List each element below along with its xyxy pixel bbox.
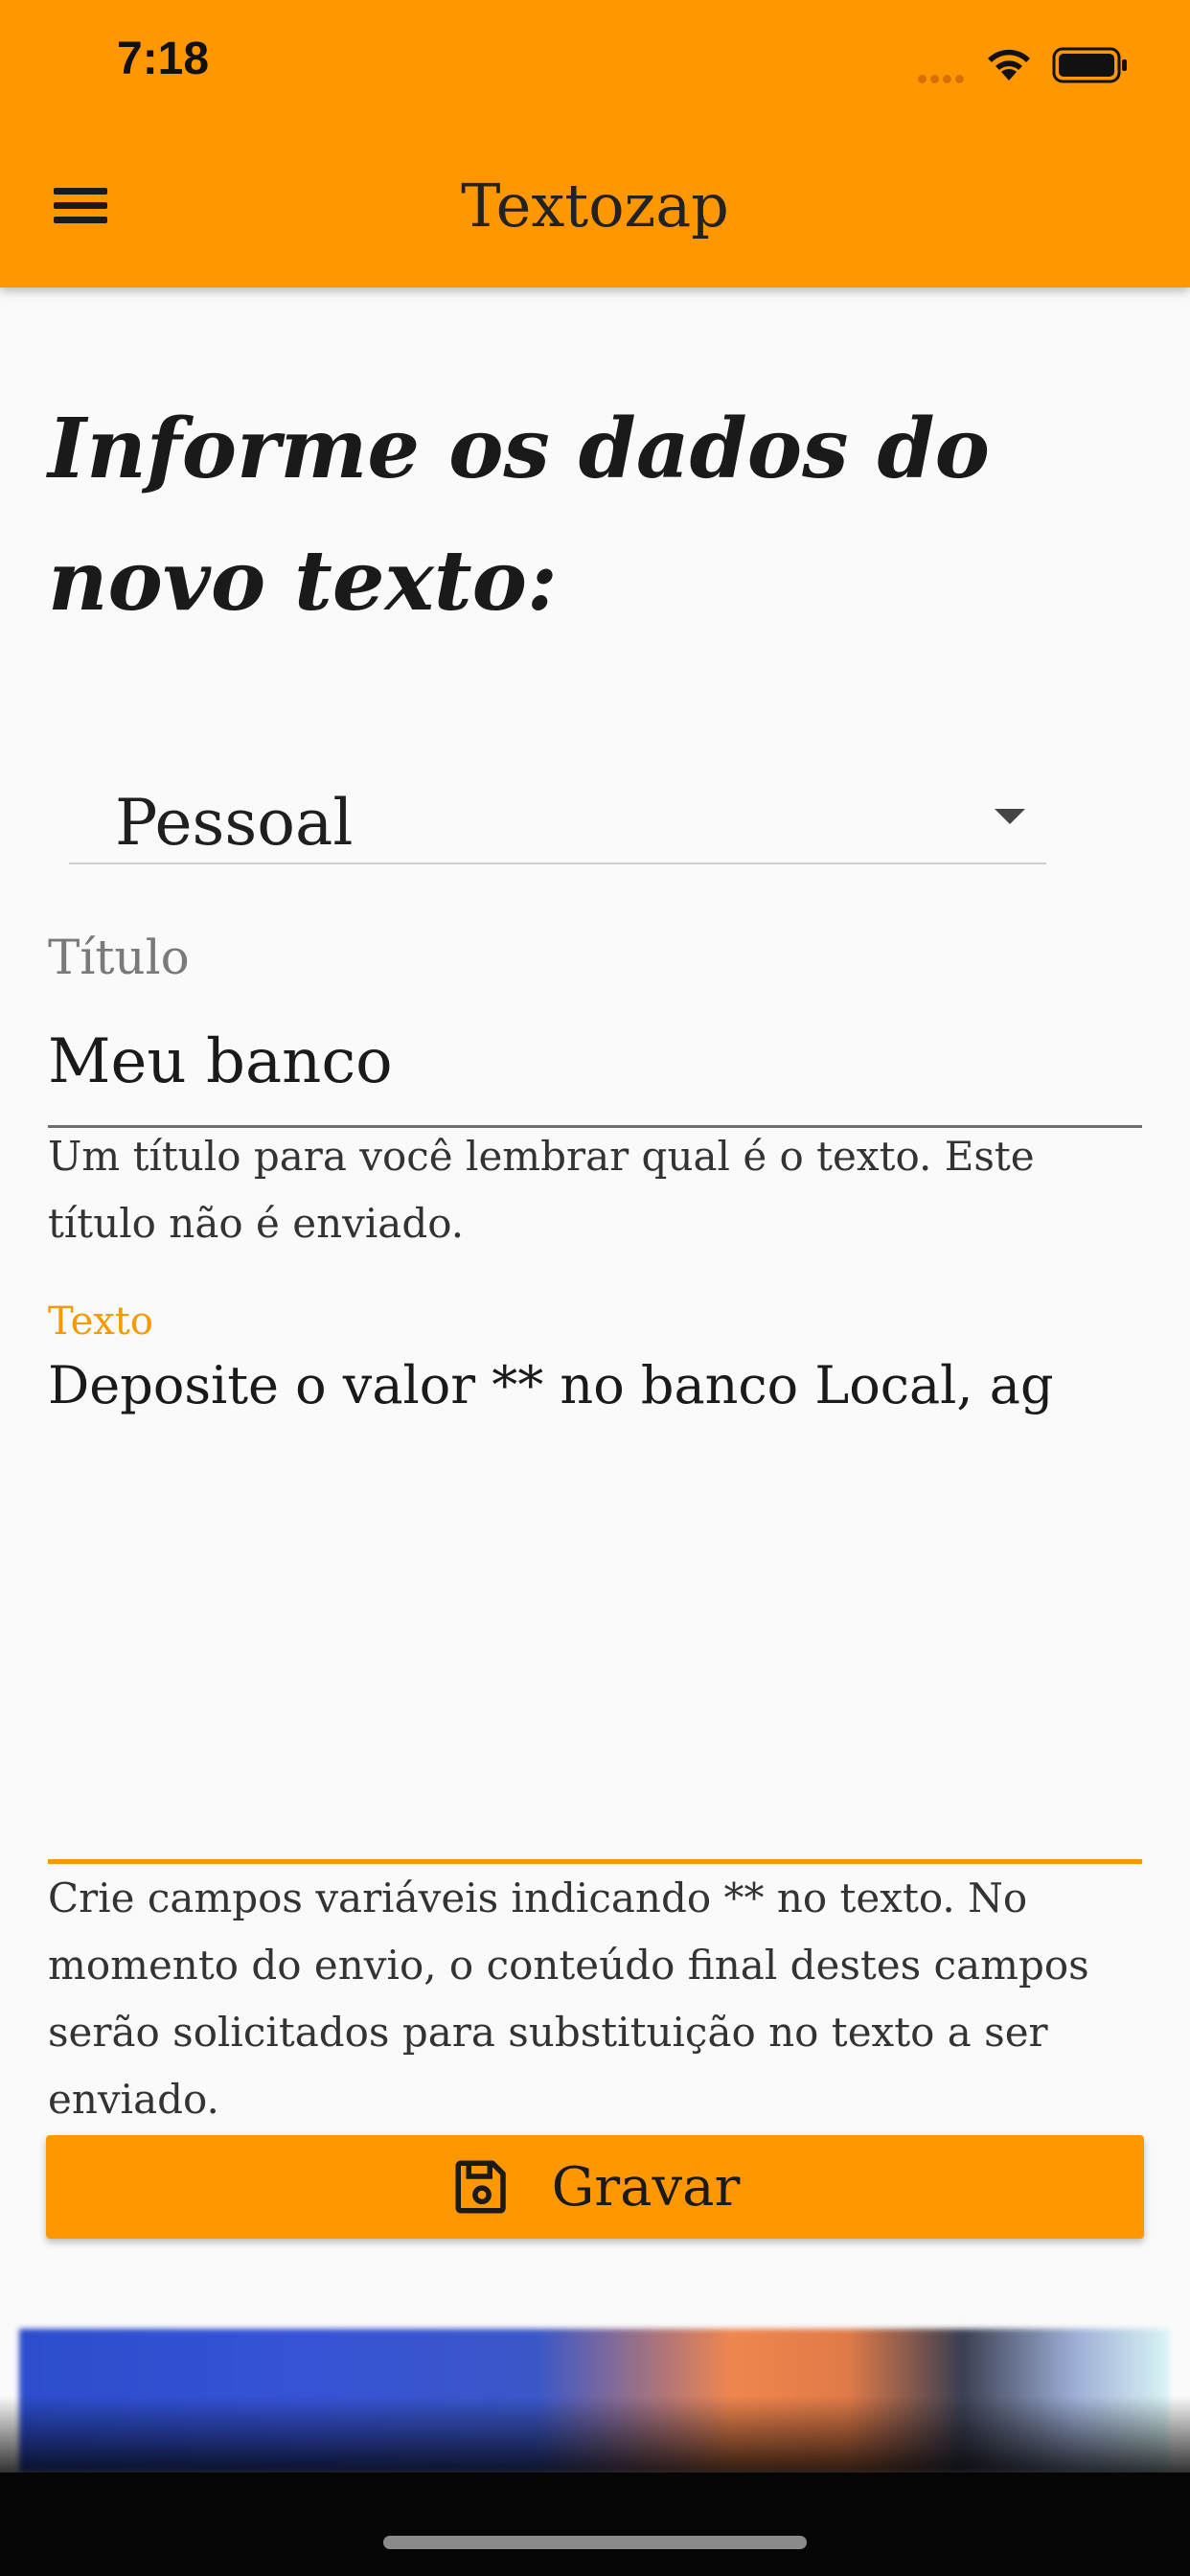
cellular-signal-icon [918, 69, 968, 87]
dropdown-arrow-icon [995, 809, 1025, 824]
title-input[interactable] [48, 1002, 1142, 1128]
title-field-label: Título [48, 930, 190, 985]
wifi-icon [988, 49, 1030, 80]
page-heading: Informe os dados do novo texto: [48, 401, 990, 630]
text-helper-text: Crie campos variáveis indicando ** no te… [48, 1874, 1089, 2123]
app-title: Textozap [461, 171, 729, 241]
bottom-bar [0, 2472, 1190, 2576]
app-header: 7:18 Textozap [0, 0, 1190, 288]
home-indicator[interactable] [383, 2536, 807, 2549]
category-selected-value: Pessoal [115, 786, 354, 860]
save-button[interactable]: Gravar [46, 2135, 1144, 2239]
text-field-label: Texto [48, 1300, 153, 1344]
battery-icon [1052, 47, 1127, 83]
status-bar-time: 7:18 [117, 34, 210, 84]
save-button-label: Gravar [551, 2155, 741, 2219]
text-textarea[interactable]: Deposite o valor ** no banco Local, ag [48, 1351, 1142, 1864]
title-helper-text: Um título para você lembrar qual é o tex… [48, 1133, 1035, 1247]
floppy-disk-icon [455, 2160, 506, 2214]
category-dropdown[interactable]: Pessoal [69, 786, 1046, 864]
ad-fade [0, 2396, 1190, 2482]
